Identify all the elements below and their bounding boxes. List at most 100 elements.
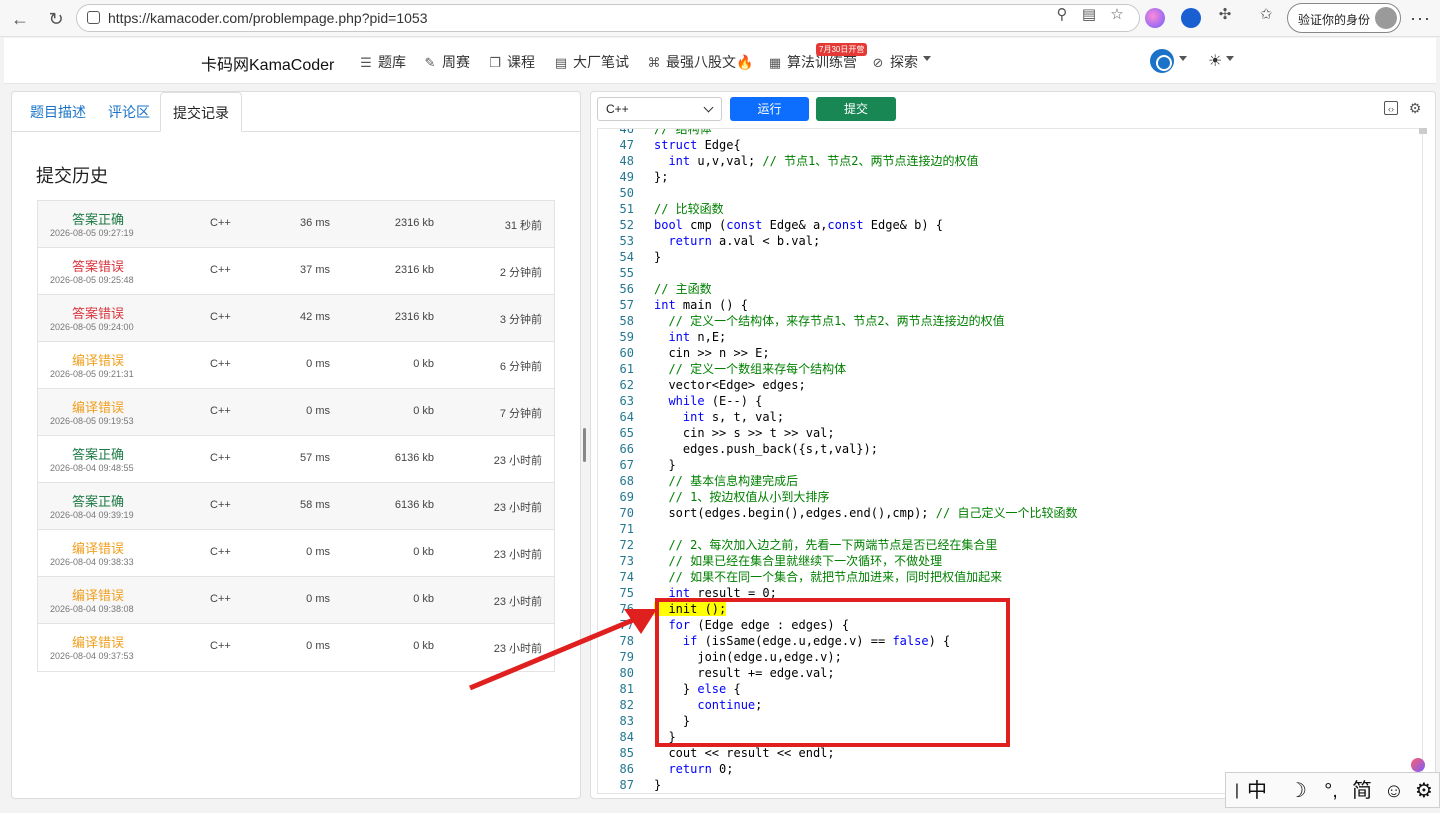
ime-drag-handle[interactable]: |: [1234, 778, 1240, 804]
ime-emoji-icon[interactable]: ☺: [1381, 778, 1407, 804]
code-line[interactable]: 63 while (E--) {: [598, 393, 1418, 409]
code-line[interactable]: 80 result += edge.val;: [598, 665, 1418, 681]
code-line[interactable]: 47 struct Edge{: [598, 137, 1418, 153]
code-line[interactable]: 74 // 如果不在同一个集合，就把节点加进来，同时把权值加起来: [598, 569, 1418, 585]
panel-resize-handle[interactable]: [583, 428, 586, 462]
table-row[interactable]: 编译错误 2026-08-04 09:38:08 C++ 0 ms 0 kb 23 小时前: [38, 577, 554, 624]
code-line[interactable]: 52 bool cmp (const Edge& a,const Edge& b)…: [598, 217, 1418, 233]
profile-button[interactable]: 验证你的身份: [1287, 3, 1401, 33]
scrollbar[interactable]: [1419, 128, 1427, 134]
code-line[interactable]: 71: [598, 521, 1418, 537]
line-number: 70: [619, 506, 634, 520]
explore-caret-icon[interactable]: [923, 56, 931, 61]
nav-weekly-contest[interactable]: ✎ 周赛: [422, 52, 470, 72]
code-line[interactable]: 60 cin >> n >> E;: [598, 345, 1418, 361]
reader-mode-icon[interactable]: ▤: [1079, 6, 1099, 24]
table-row[interactable]: 编译错误 2026-08-05 09:19:53 C++ 0 ms 0 kb 7 分钟前: [38, 389, 554, 436]
code-line[interactable]: 61 // 定义一个数组来存每个结构体: [598, 361, 1418, 377]
user-menu-icon[interactable]: [1150, 49, 1174, 73]
settings-gear-icon[interactable]: ⚙: [1408, 101, 1422, 115]
table-row[interactable]: 答案正确 2026-08-04 09:39:19 C++ 58 ms 6136 kb 23…: [38, 483, 554, 530]
table-row[interactable]: 答案正确 2026-08-05 09:27:19 C++ 36 ms 2316 kb 31…: [38, 201, 554, 248]
run-button[interactable]: 运行: [730, 97, 809, 121]
more-options-icon[interactable]: ···: [1410, 8, 1431, 29]
refresh-icon[interactable]: ↻: [45, 8, 67, 30]
nav-company-exams[interactable]: ▤ 大厂笔试: [553, 52, 629, 72]
code-line[interactable]: 79 join(edge.u,edge.v);: [598, 649, 1418, 665]
code-line[interactable]: 53 return a.val < b.val;: [598, 233, 1418, 249]
nav-problem-bank[interactable]: ☰ 题库: [358, 52, 406, 72]
tab-description[interactable]: 题目描述: [18, 92, 98, 132]
line-number: 67: [619, 458, 634, 472]
theme-sun-icon[interactable]: ☀: [1208, 51, 1222, 71]
nav-explore[interactable]: ⊘ 探索: [870, 52, 918, 72]
code-line[interactable]: 72 // 2、每次加入边之前，先看一下两端节点是否已经在集合里: [598, 537, 1418, 553]
code-line[interactable]: 83 }: [598, 713, 1418, 729]
site-info-icon[interactable]: [87, 11, 100, 24]
code-line[interactable]: 67 }: [598, 457, 1418, 473]
table-row[interactable]: 答案正确 2026-08-04 09:48:55 C++ 57 ms 6136 kb 23…: [38, 436, 554, 483]
table-row[interactable]: 答案错误 2026-08-05 09:25:48 C++ 37 ms 2316 kb 2 …: [38, 248, 554, 295]
code-line[interactable]: 76 init ();: [598, 601, 1418, 617]
address-bar[interactable]: https://kamacoder.com/problempage.php?pi…: [76, 4, 1140, 32]
code-line[interactable]: 66 edges.push_back({s,t,val});: [598, 441, 1418, 457]
ime-punctuation-icon[interactable]: °,: [1317, 778, 1345, 804]
code-line[interactable]: 62 vector<Edge> edges;: [598, 377, 1418, 393]
code-view-icon[interactable]: ‹›: [1384, 101, 1398, 115]
tab-submissions[interactable]: 提交记录: [160, 92, 242, 132]
code-line[interactable]: 68 // 基本信息构建完成后: [598, 473, 1418, 489]
ime-halfwidth-moon-icon[interactable]: ☽: [1285, 778, 1311, 804]
code-text: cin >> s >> t >> val;: [654, 426, 835, 440]
back-arrow-icon[interactable]: ←: [9, 8, 31, 30]
nav-courses[interactable]: ❐ 课程: [487, 52, 535, 72]
table-row[interactable]: 答案错误 2026-08-05 09:24:00 C++ 42 ms 2316 kb 3 …: [38, 295, 554, 342]
code-line[interactable]: 58 // 定义一个结构体，来存节点1、节点2、两节点连接边的权值: [598, 313, 1418, 329]
code-line[interactable]: 69 // 1、按边权值从小到大排序: [598, 489, 1418, 505]
submission-memory: 2316 kb: [394, 217, 434, 229]
code-line[interactable]: 81 } else {: [598, 681, 1418, 697]
code-line[interactable]: 51 // 比较函数: [598, 201, 1418, 217]
language-select[interactable]: C++: [597, 97, 722, 121]
code-editor[interactable]: 46// 结构体 47 struct Edge{48 int u,v,val; //…: [597, 128, 1423, 794]
code-line[interactable]: 57 int main () {: [598, 297, 1418, 313]
user-caret-icon[interactable]: [1179, 56, 1187, 61]
zoom-icon[interactable]: ⚲: [1052, 6, 1072, 24]
table-row[interactable]: 编译错误 2026-08-04 09:38:33 C++ 0 ms 0 kb 23 小时前: [38, 530, 554, 577]
favorite-star-icon[interactable]: ☆: [1107, 6, 1127, 24]
copilot-badge-icon[interactable]: [1411, 758, 1425, 772]
code-line[interactable]: 46 // 结构体: [598, 129, 1418, 137]
brand-logo[interactable]: 卡码网KamaCoder: [201, 51, 334, 75]
extensions-puzzle-icon[interactable]: ✣: [1215, 6, 1235, 24]
code-line[interactable]: 82 continue;: [598, 697, 1418, 713]
table-row[interactable]: 编译错误 2026-08-04 09:37:53 C++ 0 ms 0 kb 23 小时前: [38, 624, 554, 671]
code-line[interactable]: 54}: [598, 249, 1418, 265]
code-line[interactable]: 64 int s, t, val;: [598, 409, 1418, 425]
code-line[interactable]: 85 cout << result << endl;: [598, 745, 1418, 761]
ime-settings-icon[interactable]: ⚙: [1411, 778, 1437, 804]
copilot-extension-icon[interactable]: [1145, 8, 1165, 28]
table-row[interactable]: 编译错误 2026-08-05 09:21:31 C++ 0 ms 0 kb 6 分钟前: [38, 342, 554, 389]
submission-status: 编译错误: [72, 353, 125, 368]
ime-chinese-mode[interactable]: 中: [1244, 778, 1270, 804]
code-line[interactable]: 50: [598, 185, 1418, 201]
favorites-icon[interactable]: ✩: [1256, 6, 1276, 24]
code-line[interactable]: 48 int u,v,val; // 节点1、节点2、两节点连接边的权值: [598, 153, 1418, 169]
code-line[interactable]: 78 if (isSame(edge.u,edge.v) == false) {: [598, 633, 1418, 649]
extension-icon[interactable]: [1181, 8, 1201, 28]
code-line[interactable]: 56 // 主函数: [598, 281, 1418, 297]
nav-interview-notes[interactable]: ⌘ 最强八股文🔥: [646, 52, 754, 72]
ime-simplified-mode[interactable]: 简: [1349, 778, 1375, 804]
code-line[interactable]: 84 }: [598, 729, 1418, 745]
code-line[interactable]: 55: [598, 265, 1418, 281]
submission-time: 2026-08-04 09:48:55: [50, 463, 134, 473]
submit-button[interactable]: 提交: [816, 97, 896, 121]
theme-caret-icon[interactable]: [1226, 56, 1234, 61]
code-line[interactable]: 73 // 如果已经在集合里就继续下一次循环，不做处理: [598, 553, 1418, 569]
code-line[interactable]: 49};: [598, 169, 1418, 185]
code-line[interactable]: 59 int n,E;: [598, 329, 1418, 345]
code-line[interactable]: 65 cin >> s >> t >> val;: [598, 425, 1418, 441]
code-line[interactable]: 70 sort(edges.begin(),edges.end(),cmp); …: [598, 505, 1418, 521]
code-line[interactable]: 75 int result = 0;: [598, 585, 1418, 601]
tab-comments[interactable]: 评论区: [96, 92, 162, 132]
code-line[interactable]: 77 for (Edge edge : edges) {: [598, 617, 1418, 633]
